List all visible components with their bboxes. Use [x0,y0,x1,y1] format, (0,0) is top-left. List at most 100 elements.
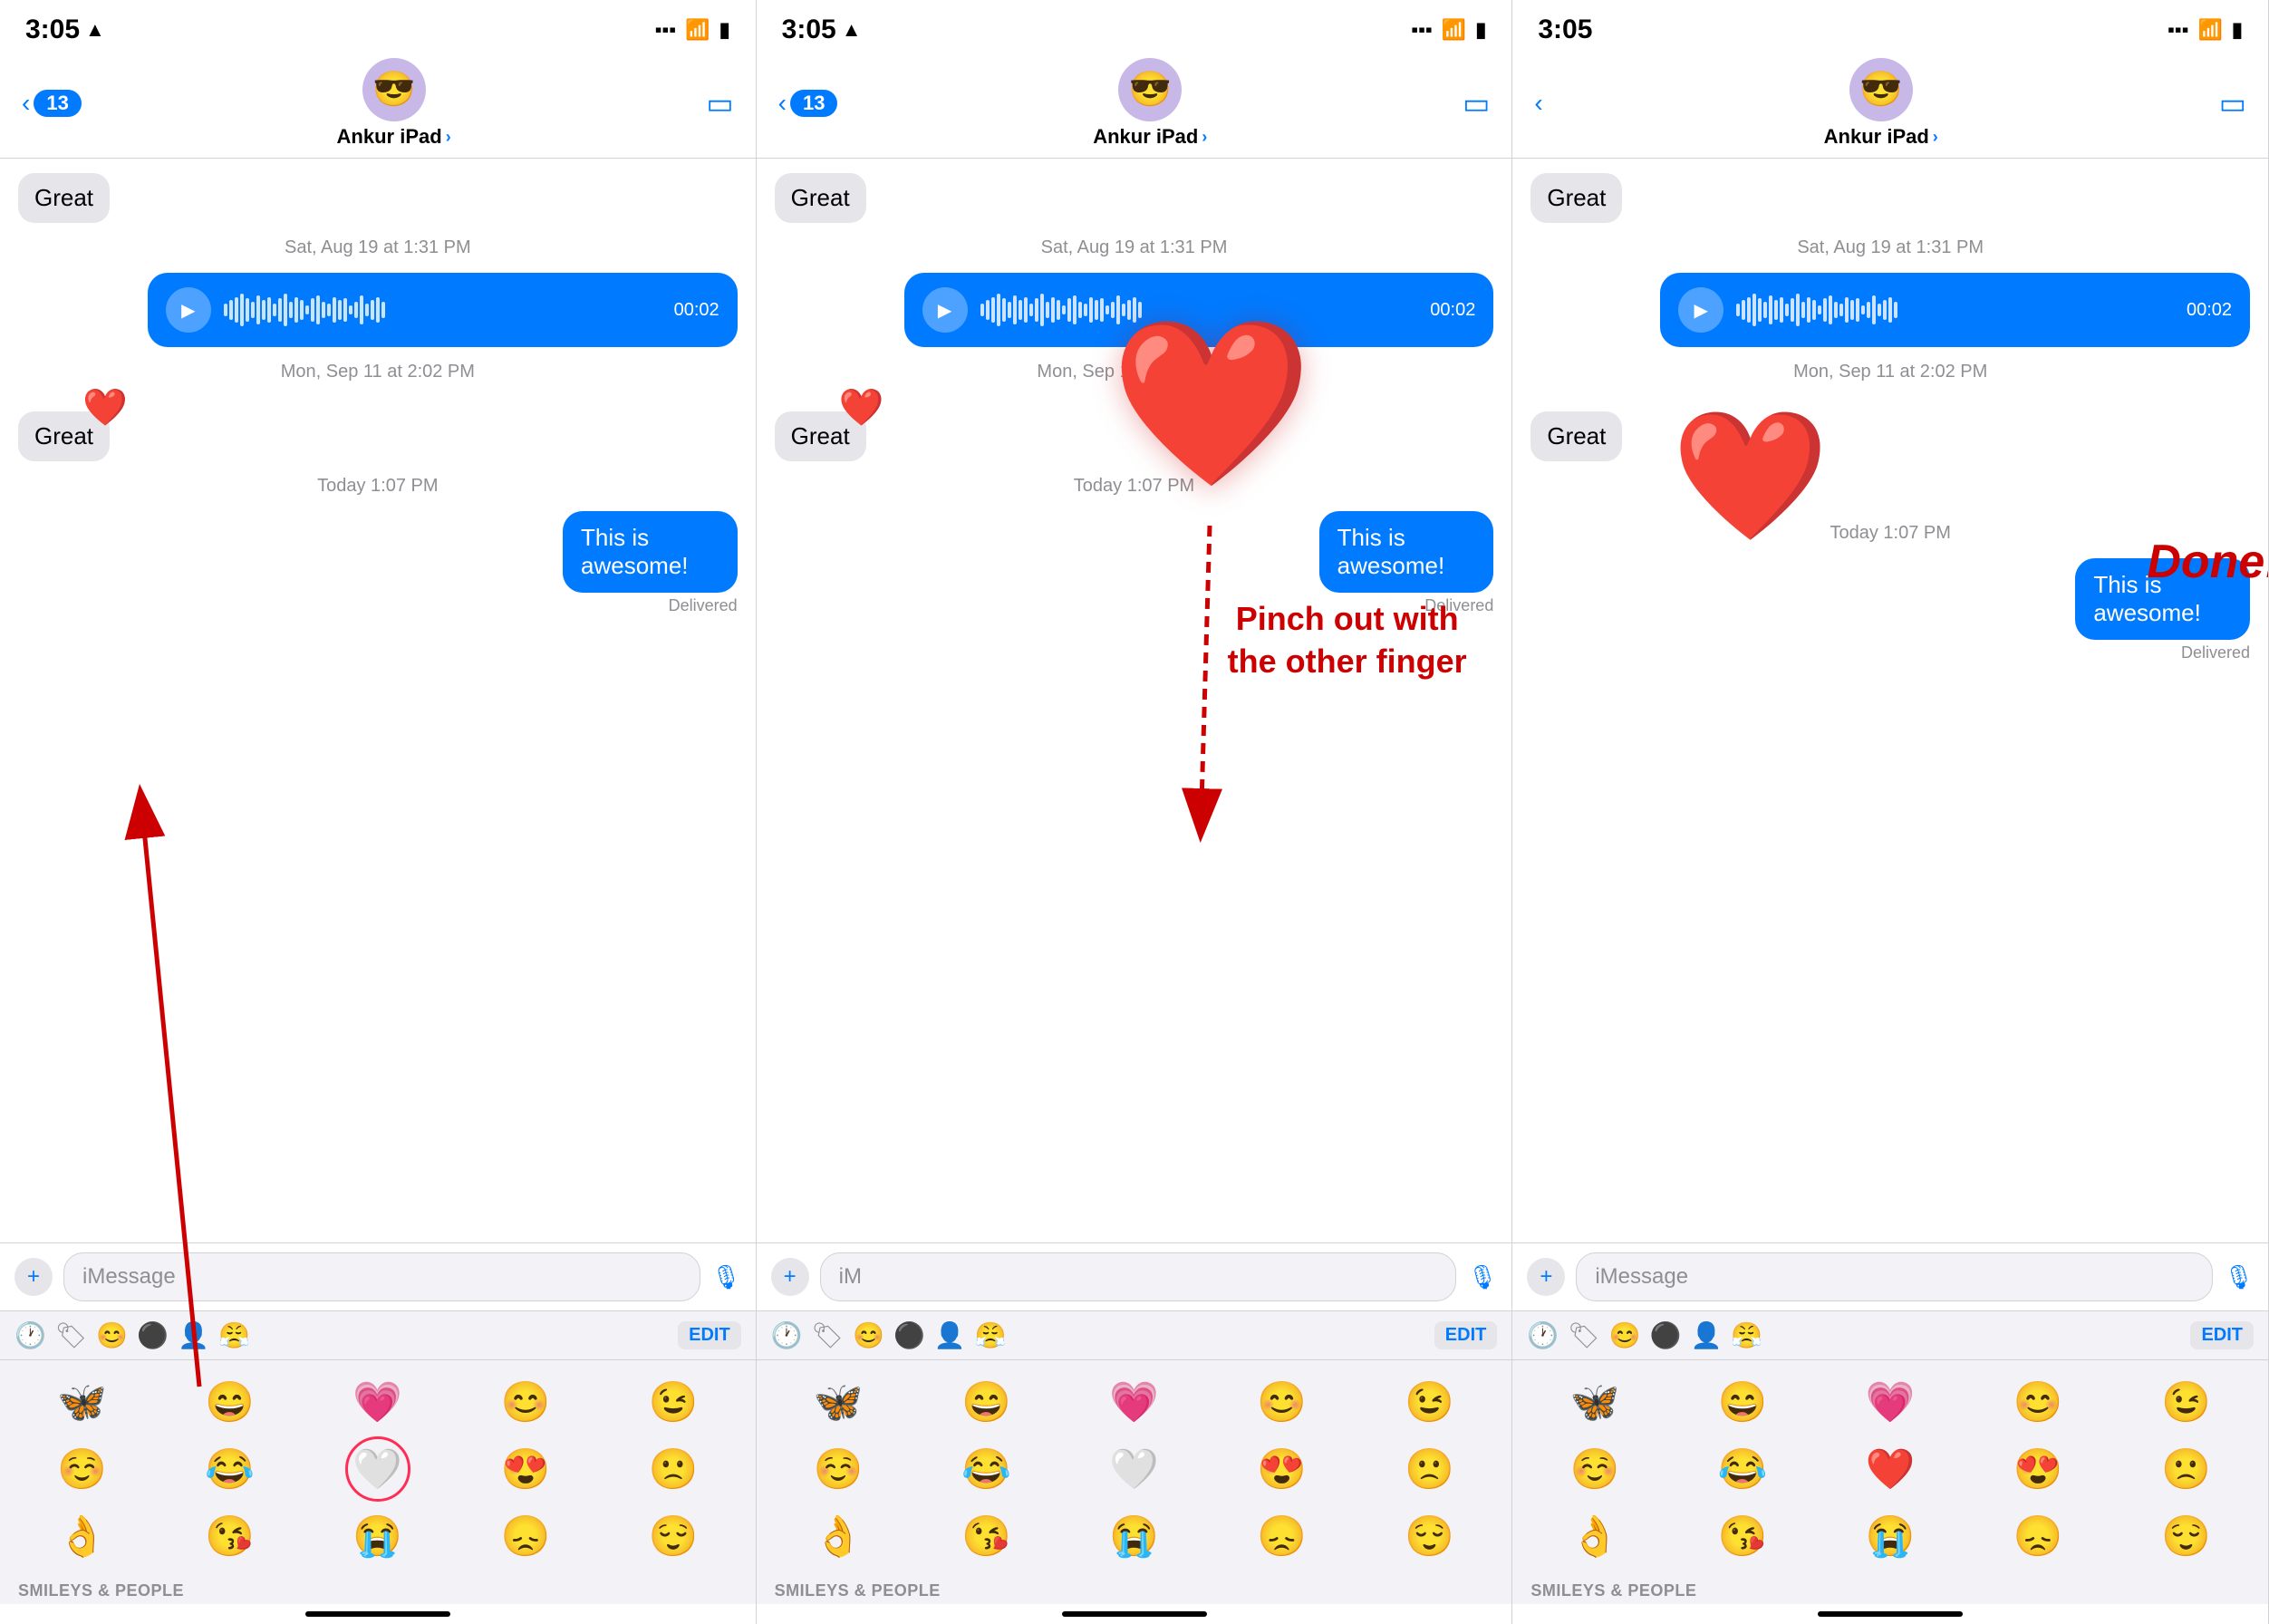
avatar-2: 😎 [1118,58,1182,121]
emoji-butterfly-3[interactable]: 🦋 [1521,1369,1667,1435]
emoji-picker-1: 🕐 🏷 😊 ⚫ 👤 😤 EDIT 🦋 😄 💗 😊 😉 ☺️ 😂 🤍 😍 🙁 👌 … [0,1310,756,1604]
emoji-red-heart-3[interactable]: ❤️ [1818,1436,1964,1502]
emoji-pink-heart-2[interactable]: 💗 [1061,1369,1207,1435]
emoji-smile-2[interactable]: 😊 [1209,1369,1355,1435]
plus-btn-2[interactable]: + [771,1258,809,1296]
emoji-smile-1[interactable]: 😊 [452,1369,598,1435]
nav-back-3[interactable]: ‹ [1534,89,1542,118]
emoji-relief-1[interactable]: 😌 [601,1503,747,1569]
emoji-pink-heart-3[interactable]: 💗 [1818,1369,1964,1435]
input-field-1[interactable]: iMessage [63,1252,700,1301]
cat-sticker-1[interactable]: 🏷 [55,1320,88,1350]
plus-btn-1[interactable]: + [14,1258,53,1296]
emoji-grin-2[interactable]: 😄 [913,1369,1059,1435]
cat-sticker-2[interactable]: 🏷 [812,1320,845,1350]
emoji-sad-3[interactable]: 🙁 [2113,1436,2259,1502]
emoji-relief-3[interactable]: 😌 [2113,1503,2259,1569]
emoji-sad-2[interactable]: 🙁 [1357,1436,1502,1502]
edit-btn-2[interactable]: EDIT [1434,1321,1498,1349]
emoji-white-heart-1[interactable]: 🤍 [304,1436,450,1502]
input-area-3: + iMessage 🎙 [1512,1242,2268,1310]
play-btn-1[interactable]: ▶ [166,287,211,333]
emoji-butterfly-1[interactable]: 🦋 [9,1369,155,1435]
video-btn-1[interactable]: ▭ [706,86,733,121]
input-field-3[interactable]: iMessage [1576,1252,2213,1301]
emoji-wink-2[interactable]: 😉 [1357,1369,1502,1435]
cat-people-1[interactable]: 👤 [178,1320,209,1350]
cat-disc-3[interactable]: ⚫ [1650,1320,1682,1350]
cat-face2-1[interactable]: 😤 [218,1320,250,1350]
play-btn-3[interactable]: ▶ [1678,287,1723,333]
emoji-wink-1[interactable]: 😉 [601,1369,747,1435]
edit-btn-1[interactable]: EDIT [678,1321,741,1349]
cat-face2-3[interactable]: 😤 [1731,1320,1762,1350]
nav-center-3: 😎 Ankur iPad › [1824,58,1938,149]
contact-name-2[interactable]: Ankur iPad › [1093,125,1207,149]
cat-smiley-3[interactable]: 😊 [1609,1320,1641,1350]
audio-btn-2[interactable]: 🎙 [1467,1263,1497,1291]
cat-disc-2[interactable]: ⚫ [893,1320,925,1350]
emoji-ok-1[interactable]: 👌 [9,1503,155,1569]
emoji-relief-2[interactable]: 😌 [1357,1503,1502,1569]
emoji-grin-3[interactable]: 😄 [1669,1369,1815,1435]
emoji-laugh-2[interactable]: 😂 [913,1436,1059,1502]
emoji-down-3[interactable]: 😞 [1965,1503,2111,1569]
emoji-cry-2[interactable]: 😭 [1061,1503,1207,1569]
contact-name-3[interactable]: Ankur iPad › [1824,125,1938,149]
input-field-2[interactable]: iM [820,1252,1457,1301]
emoji-wink-3[interactable]: 😉 [2113,1369,2259,1435]
voice-duration-2: 00:02 [1430,300,1475,321]
emoji-kiss-1[interactable]: 😘 [157,1503,303,1569]
nav-back-1[interactable]: ‹ 13 [22,89,82,118]
emoji-sad-1[interactable]: 🙁 [601,1436,747,1502]
wifi-icon-1: 📶 [685,18,710,42]
back-badge-1[interactable]: 13 [34,90,81,117]
emoji-blush-1[interactable]: ☺️ [9,1436,155,1502]
cat-people-3[interactable]: 👤 [1691,1320,1723,1350]
emoji-cry-1[interactable]: 😭 [304,1503,450,1569]
emoji-blush-2[interactable]: ☺️ [766,1436,912,1502]
tapback-msg-1: Great ❤️ [18,411,110,461]
emoji-cry-3[interactable]: 😭 [1818,1503,1964,1569]
emoji-laugh-1[interactable]: 😂 [157,1436,303,1502]
emoji-grid-2: 🦋 😄 💗 😊 😉 ☺️ 😂 🤍 😍 🙁 👌 😘 😭 😞 😌 [757,1360,1512,1578]
contact-name-1[interactable]: Ankur iPad › [337,125,451,149]
video-btn-2[interactable]: ▭ [1463,86,1490,121]
emoji-heart-eyes-1[interactable]: 😍 [452,1436,598,1502]
audio-btn-1[interactable]: 🎙 [711,1263,741,1291]
video-btn-3[interactable]: ▭ [2219,86,2246,121]
emoji-butterfly-2[interactable]: 🦋 [766,1369,912,1435]
emoji-smile-3[interactable]: 😊 [1965,1369,2111,1435]
audio-btn-3[interactable]: 🎙 [2224,1263,2254,1291]
emoji-ok-3[interactable]: 👌 [1521,1503,1667,1569]
emoji-pink-heart-1[interactable]: 💗 [304,1369,450,1435]
section-label-1: SMILEYS & PEOPLE [0,1578,756,1604]
cat-smiley-1[interactable]: 😊 [96,1320,128,1350]
emoji-blush-3[interactable]: ☺️ [1521,1436,1667,1502]
emoji-heart-eyes-2[interactable]: 😍 [1209,1436,1355,1502]
cat-recent-1[interactable]: 🕐 [14,1320,46,1350]
back-badge-2[interactable]: 13 [790,90,837,117]
emoji-down-1[interactable]: 😞 [452,1503,598,1569]
emoji-kiss-2[interactable]: 😘 [913,1503,1059,1569]
emoji-grin-1[interactable]: 😄 [157,1369,303,1435]
nav-back-2[interactable]: ‹ 13 [778,89,838,118]
emoji-laugh-3[interactable]: 😂 [1669,1436,1815,1502]
emoji-white-heart-2[interactable]: 🤍 [1061,1436,1207,1502]
cat-smiley-2[interactable]: 😊 [853,1320,884,1350]
play-btn-2[interactable]: ▶ [922,287,968,333]
emoji-heart-eyes-3[interactable]: 😍 [1965,1436,2111,1502]
edit-btn-3[interactable]: EDIT [2190,1321,2254,1349]
cat-face2-2[interactable]: 😤 [975,1320,1007,1350]
status-bar-2: 3:05 ▲ ▪▪▪ 📶 ▮ [757,0,1512,54]
emoji-ok-2[interactable]: 👌 [766,1503,912,1569]
plus-btn-3[interactable]: + [1527,1258,1565,1296]
cat-recent-3[interactable]: 🕐 [1527,1320,1559,1350]
emoji-down-2[interactable]: 😞 [1209,1503,1355,1569]
chevron-icon-2: › [1202,128,1207,147]
cat-people-2[interactable]: 👤 [934,1320,966,1350]
emoji-kiss-3[interactable]: 😘 [1669,1503,1815,1569]
cat-sticker-3[interactable]: 🏷 [1568,1320,1600,1350]
cat-recent-2[interactable]: 🕐 [771,1320,803,1350]
cat-disc-1[interactable]: ⚫ [137,1320,169,1350]
